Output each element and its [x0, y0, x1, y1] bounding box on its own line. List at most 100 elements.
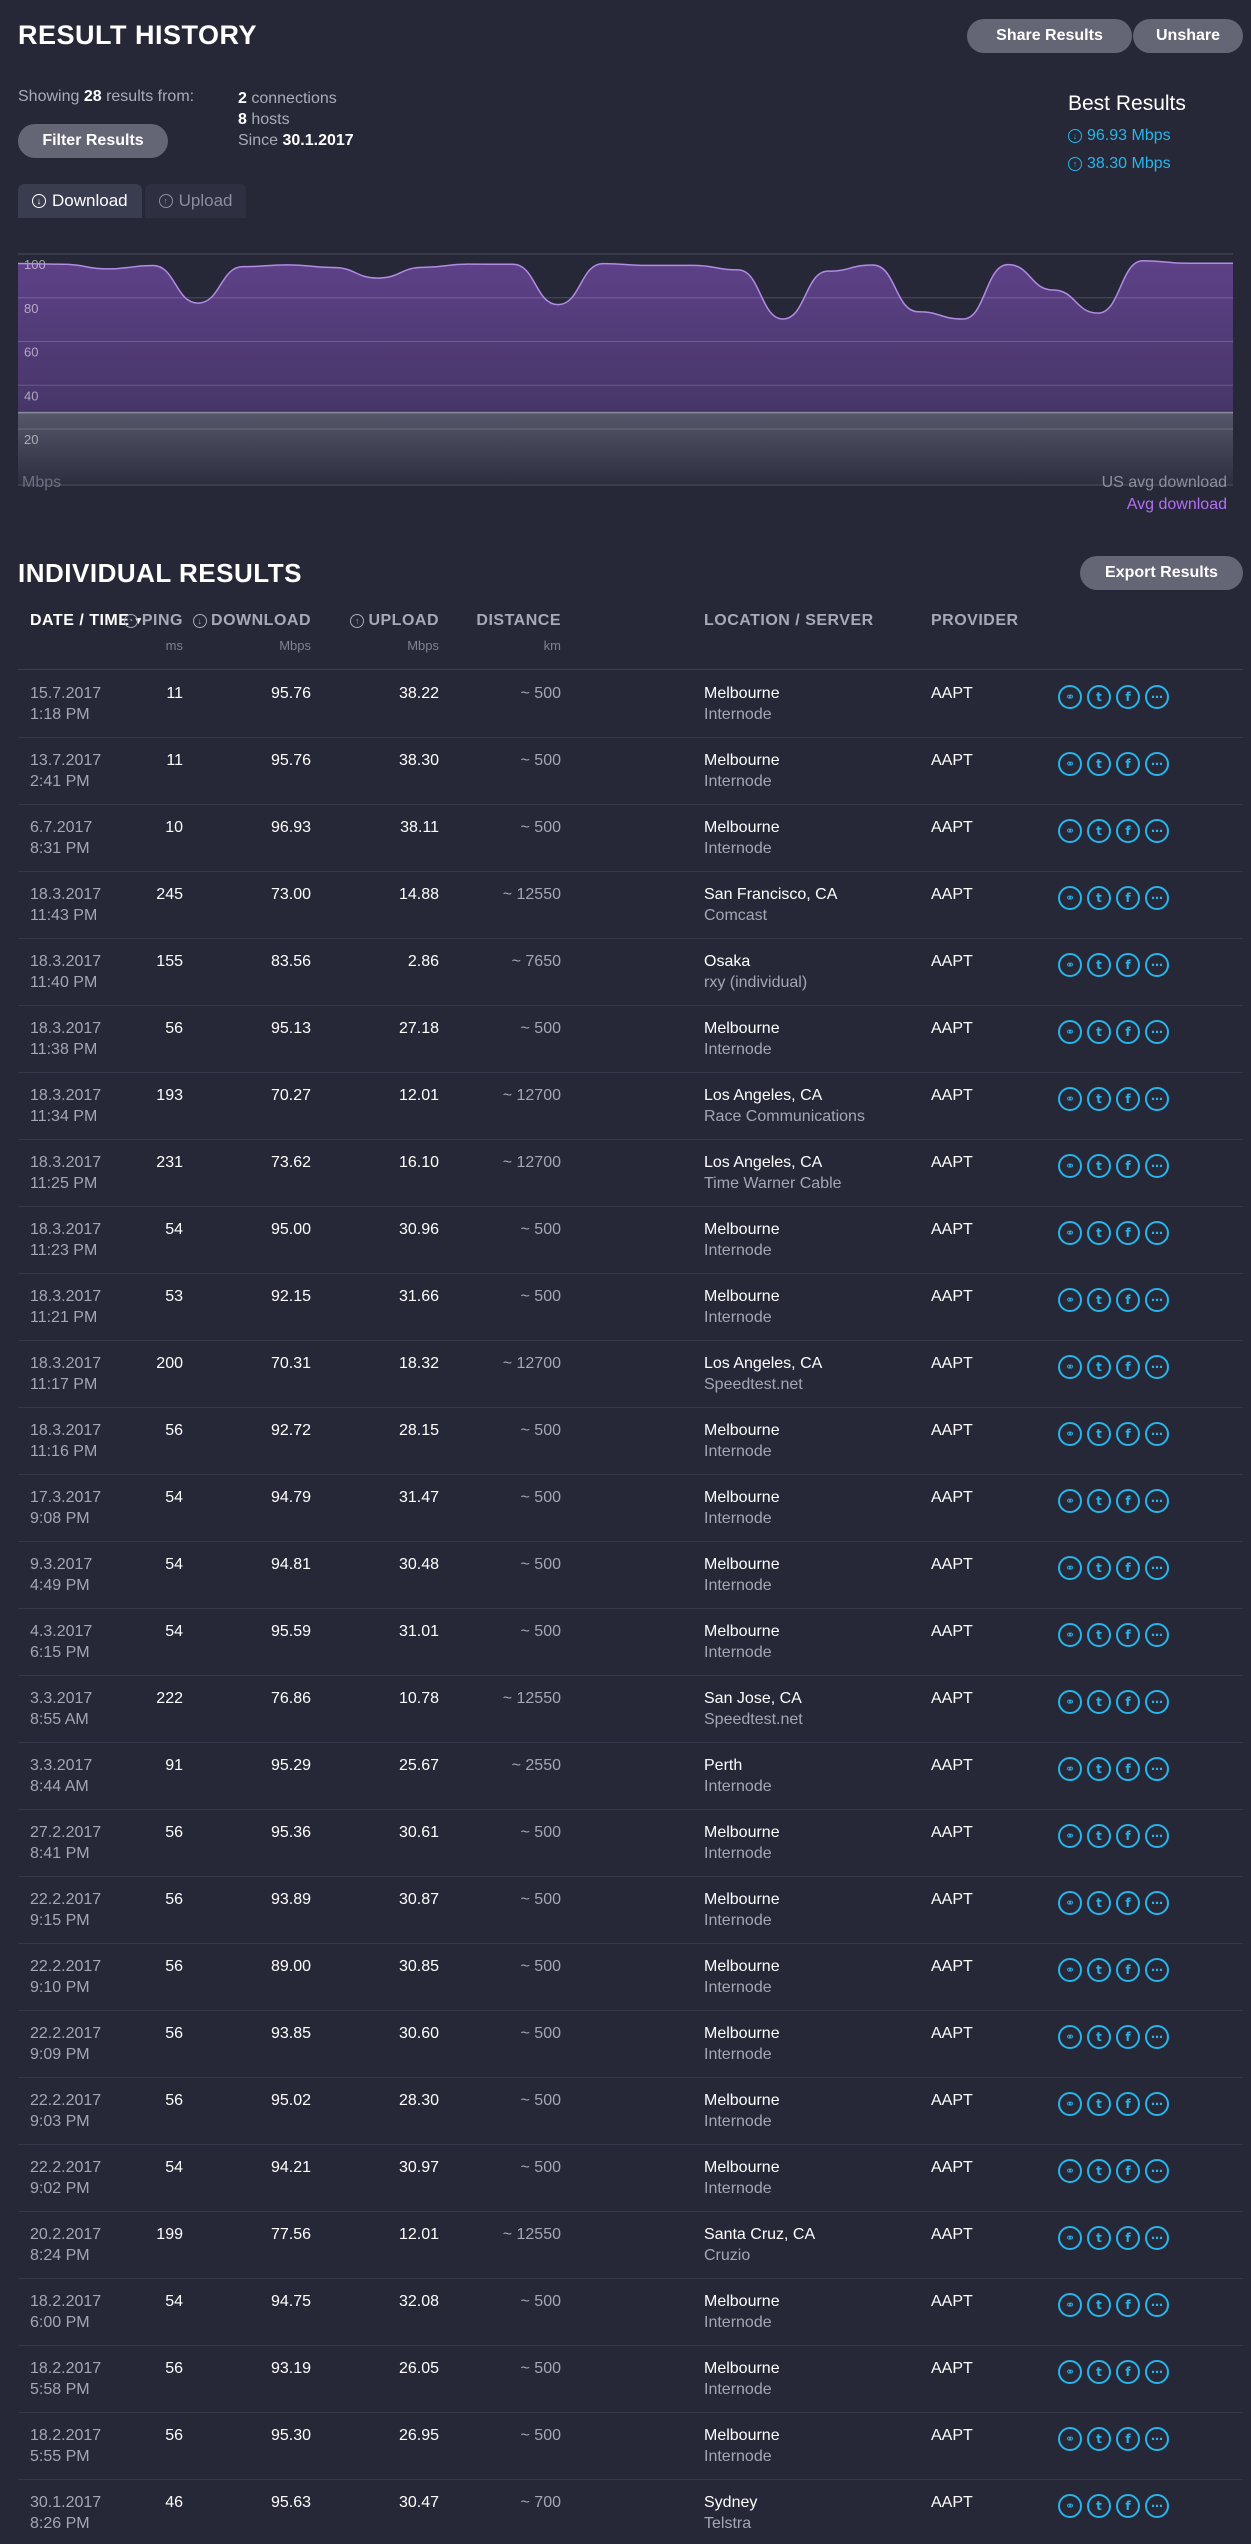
facebook-icon[interactable]: f: [1116, 752, 1140, 776]
twitter-icon[interactable]: t: [1087, 819, 1111, 843]
more-icon[interactable]: ⋯: [1145, 1422, 1169, 1446]
table-row[interactable]: 17.3.2017 9:08 PM 54 94.79 31.47 ~ 500 Melbour…: [18, 1475, 1243, 1542]
more-icon[interactable]: ⋯: [1145, 1891, 1169, 1915]
twitter-icon[interactable]: t: [1087, 2494, 1111, 2518]
twitter-icon[interactable]: t: [1087, 2226, 1111, 2250]
table-row[interactable]: 22.2.2017 9:02 PM 54 94.21 30.97 ~ 500 Melbour…: [18, 2145, 1243, 2212]
facebook-icon[interactable]: f: [1116, 953, 1140, 977]
twitter-icon[interactable]: t: [1087, 2427, 1111, 2451]
twitter-icon[interactable]: t: [1087, 1422, 1111, 1446]
twitter-icon[interactable]: t: [1087, 1690, 1111, 1714]
table-row[interactable]: 18.3.2017 11:34 PM 193 70.27 12.01 ~ 12700 Los…: [18, 1073, 1243, 1140]
more-icon[interactable]: ⋯: [1145, 1355, 1169, 1379]
table-row[interactable]: 4.3.2017 6:15 PM 54 95.59 31.01 ~ 500 Melbourn…: [18, 1609, 1243, 1676]
table-row[interactable]: 18.3.2017 11:21 PM 53 92.15 31.66 ~ 500 Melbou…: [18, 1274, 1243, 1341]
table-row[interactable]: 15.7.2017 1:18 PM 11 95.76 38.22 ~ 500 Melbour…: [18, 671, 1243, 738]
location-column-header[interactable]: LOCATION / SERVER: [704, 612, 874, 630]
facebook-icon[interactable]: f: [1116, 1154, 1140, 1178]
more-icon[interactable]: ⋯: [1145, 1757, 1169, 1781]
more-icon[interactable]: ⋯: [1145, 1489, 1169, 1513]
table-row[interactable]: 3.3.2017 8:44 AM 91 95.29 25.67 ~ 2550 Perth In…: [18, 1743, 1243, 1810]
twitter-icon[interactable]: t: [1087, 1087, 1111, 1111]
more-icon[interactable]: ⋯: [1145, 752, 1169, 776]
tab-download[interactable]: ↓ Download: [18, 184, 142, 218]
more-icon[interactable]: ⋯: [1145, 1623, 1169, 1647]
link-icon[interactable]: ⚭: [1058, 1891, 1082, 1915]
link-icon[interactable]: ⚭: [1058, 953, 1082, 977]
provider-column-header[interactable]: PROVIDER: [931, 612, 1019, 630]
table-row[interactable]: 18.2.2017 5:58 PM 56 93.19 26.05 ~ 500 Melbour…: [18, 2346, 1243, 2413]
link-icon[interactable]: ⚭: [1058, 2360, 1082, 2384]
twitter-icon[interactable]: t: [1087, 1891, 1111, 1915]
more-icon[interactable]: ⋯: [1145, 1221, 1169, 1245]
twitter-icon[interactable]: t: [1087, 1221, 1111, 1245]
link-icon[interactable]: ⚭: [1058, 2092, 1082, 2116]
tab-upload[interactable]: ↑ Upload: [144, 184, 247, 218]
link-icon[interactable]: ⚭: [1058, 1757, 1082, 1781]
more-icon[interactable]: ⋯: [1145, 2159, 1169, 2183]
twitter-icon[interactable]: t: [1087, 2159, 1111, 2183]
more-icon[interactable]: ⋯: [1145, 1824, 1169, 1848]
twitter-icon[interactable]: t: [1087, 752, 1111, 776]
table-row[interactable]: 18.2.2017 5:55 PM 56 95.30 26.95 ~ 500 Melbour…: [18, 2413, 1243, 2480]
table-row[interactable]: 18.3.2017 11:25 PM 231 73.62 16.10 ~ 12700 Los…: [18, 1140, 1243, 1207]
table-row[interactable]: 18.3.2017 11:17 PM 200 70.31 18.32 ~ 12700 Los…: [18, 1341, 1243, 1408]
link-icon[interactable]: ⚭: [1058, 1087, 1082, 1111]
table-row[interactable]: 20.2.2017 8:24 PM 199 77.56 12.01 ~ 12550 Sant…: [18, 2212, 1243, 2279]
facebook-icon[interactable]: f: [1116, 2293, 1140, 2317]
ping-column-header[interactable]: ◔ PING: [123, 612, 183, 630]
table-row[interactable]: 18.3.2017 11:23 PM 54 95.00 30.96 ~ 500 Melbou…: [18, 1207, 1243, 1274]
facebook-icon[interactable]: f: [1116, 819, 1140, 843]
twitter-icon[interactable]: t: [1087, 886, 1111, 910]
link-icon[interactable]: ⚭: [1058, 1958, 1082, 1982]
facebook-icon[interactable]: f: [1116, 1757, 1140, 1781]
link-icon[interactable]: ⚭: [1058, 1623, 1082, 1647]
table-row[interactable]: 18.3.2017 11:38 PM 56 95.13 27.18 ~ 500 Melbou…: [18, 1006, 1243, 1073]
facebook-icon[interactable]: f: [1116, 886, 1140, 910]
more-icon[interactable]: ⋯: [1145, 1087, 1169, 1111]
twitter-icon[interactable]: t: [1087, 1757, 1111, 1781]
link-icon[interactable]: ⚭: [1058, 1422, 1082, 1446]
more-icon[interactable]: ⋯: [1145, 1958, 1169, 1982]
twitter-icon[interactable]: t: [1087, 1556, 1111, 1580]
more-icon[interactable]: ⋯: [1145, 886, 1169, 910]
more-icon[interactable]: ⋯: [1145, 2092, 1169, 2116]
download-column-header[interactable]: ↓ DOWNLOAD: [193, 612, 311, 630]
twitter-icon[interactable]: t: [1087, 2360, 1111, 2384]
facebook-icon[interactable]: f: [1116, 1288, 1140, 1312]
facebook-icon[interactable]: f: [1116, 1221, 1140, 1245]
link-icon[interactable]: ⚭: [1058, 2226, 1082, 2250]
facebook-icon[interactable]: f: [1116, 1891, 1140, 1915]
table-row[interactable]: 13.7.2017 2:41 PM 11 95.76 38.30 ~ 500 Melbour…: [18, 738, 1243, 805]
twitter-icon[interactable]: t: [1087, 1020, 1111, 1044]
facebook-icon[interactable]: f: [1116, 2092, 1140, 2116]
export-results-button[interactable]: Export Results: [1080, 556, 1243, 590]
twitter-icon[interactable]: t: [1087, 1288, 1111, 1312]
twitter-icon[interactable]: t: [1087, 1824, 1111, 1848]
table-row[interactable]: 18.3.2017 11:43 PM 245 73.00 14.88 ~ 12550 San…: [18, 872, 1243, 939]
table-row[interactable]: 18.3.2017 11:40 PM 155 83.56 2.86 ~ 7650 Osaka…: [18, 939, 1243, 1006]
link-icon[interactable]: ⚭: [1058, 886, 1082, 910]
link-icon[interactable]: ⚭: [1058, 1221, 1082, 1245]
link-icon[interactable]: ⚭: [1058, 1556, 1082, 1580]
more-icon[interactable]: ⋯: [1145, 1690, 1169, 1714]
facebook-icon[interactable]: f: [1116, 2494, 1140, 2518]
table-row[interactable]: 6.7.2017 8:31 PM 10 96.93 38.11 ~ 500 Melbourn…: [18, 805, 1243, 872]
table-row[interactable]: 22.2.2017 9:09 PM 56 93.85 30.60 ~ 500 Melbour…: [18, 2011, 1243, 2078]
facebook-icon[interactable]: f: [1116, 1422, 1140, 1446]
filter-results-button[interactable]: Filter Results: [18, 124, 168, 158]
table-row[interactable]: 22.2.2017 9:10 PM 56 89.00 30.85 ~ 500 Melbour…: [18, 1944, 1243, 2011]
facebook-icon[interactable]: f: [1116, 685, 1140, 709]
table-row[interactable]: 3.3.2017 8:55 AM 222 76.86 10.78 ~ 12550 San J…: [18, 1676, 1243, 1743]
table-row[interactable]: 22.2.2017 9:03 PM 56 95.02 28.30 ~ 500 Melbour…: [18, 2078, 1243, 2145]
facebook-icon[interactable]: f: [1116, 1958, 1140, 1982]
twitter-icon[interactable]: t: [1087, 1489, 1111, 1513]
more-icon[interactable]: ⋯: [1145, 2226, 1169, 2250]
twitter-icon[interactable]: t: [1087, 685, 1111, 709]
link-icon[interactable]: ⚭: [1058, 2427, 1082, 2451]
facebook-icon[interactable]: f: [1116, 2025, 1140, 2049]
more-icon[interactable]: ⋯: [1145, 1556, 1169, 1580]
link-icon[interactable]: ⚭: [1058, 1489, 1082, 1513]
more-icon[interactable]: ⋯: [1145, 2360, 1169, 2384]
facebook-icon[interactable]: f: [1116, 2159, 1140, 2183]
